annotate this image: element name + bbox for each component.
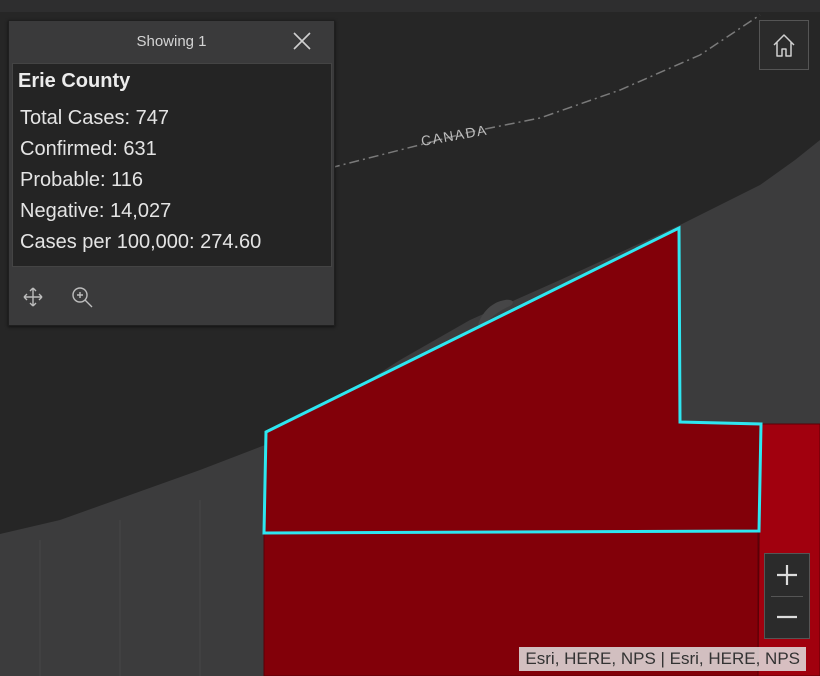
pan-button[interactable] xyxy=(21,285,45,309)
popup-attributes: Total Cases: 747 Confirmed: 631 Probable… xyxy=(13,103,331,258)
attribute-probable: Probable: 116 xyxy=(20,169,144,191)
zoom-out-button[interactable] xyxy=(765,597,809,639)
home-icon xyxy=(773,34,795,57)
close-icon xyxy=(293,32,311,50)
attribute-total-cases: Total Cases: 747 xyxy=(20,107,169,129)
popup-content: Erie County Total Cases: 747 Confirmed: … xyxy=(12,63,332,267)
attribute-confirmed: Confirmed: 631 xyxy=(20,138,157,160)
popup-header: Showing 1 xyxy=(9,21,334,63)
popup-title: Erie County xyxy=(18,70,131,92)
attribute-cases-per-100k: Cases per 100,000: 274.60 xyxy=(20,231,262,253)
feature-count: Showing 1 xyxy=(136,33,207,50)
zoom-in-icon xyxy=(777,565,797,585)
pan-icon xyxy=(23,287,43,307)
zoom-control xyxy=(764,553,810,639)
zoom-out-icon xyxy=(777,615,797,619)
close-button[interactable] xyxy=(288,27,316,55)
map-attribution[interactable]: Esri, HERE, NPS | Esri, HERE, NPS xyxy=(519,647,806,671)
zoom-to-icon xyxy=(72,287,93,308)
feature-popup: Showing 1 Erie County Total Cases: 747 C… xyxy=(8,20,335,326)
popup-actions xyxy=(9,269,334,323)
attribute-negative: Negative: 14,027 xyxy=(20,200,172,222)
top-edge-band xyxy=(0,0,820,12)
zoom-to-button[interactable] xyxy=(70,285,94,309)
zoom-in-button[interactable] xyxy=(765,554,809,596)
home-button[interactable] xyxy=(759,20,809,70)
